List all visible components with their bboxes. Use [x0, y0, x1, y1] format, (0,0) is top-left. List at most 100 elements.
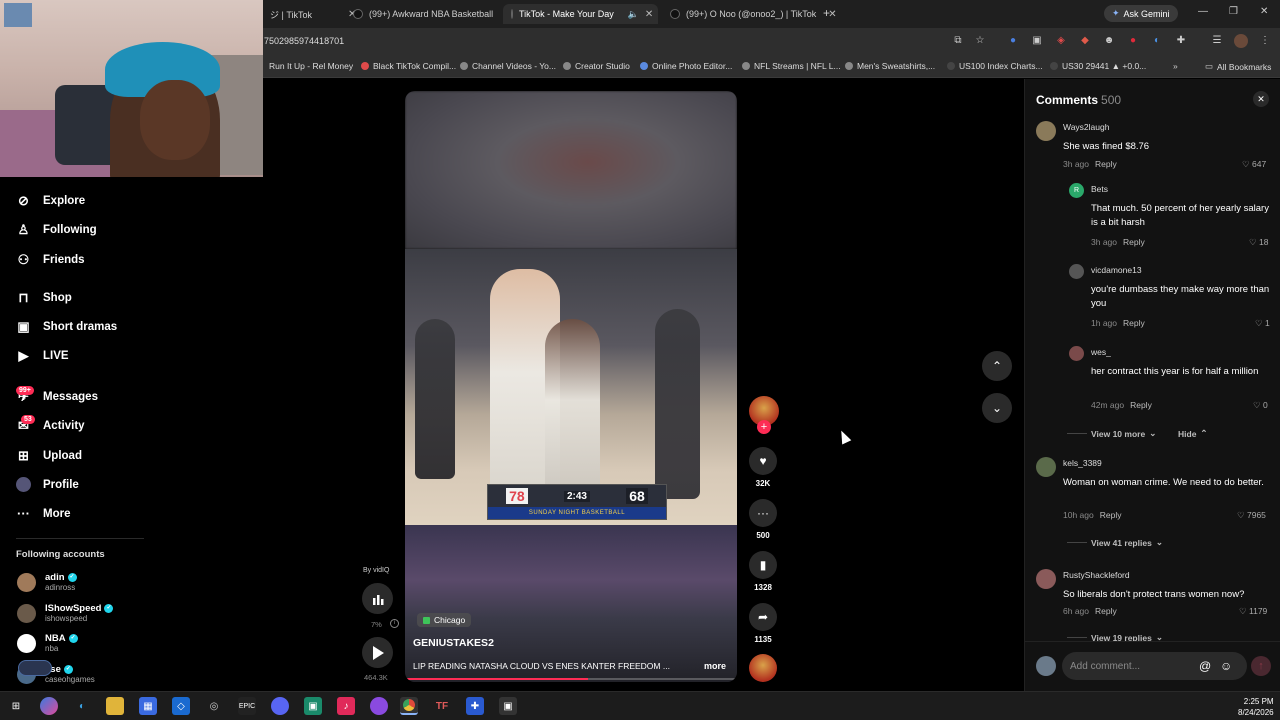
- reply-button[interactable]: Reply: [1123, 237, 1145, 247]
- extension-icon[interactable]: ☻: [1102, 34, 1116, 48]
- reply-button[interactable]: Reply: [1130, 400, 1152, 410]
- windows-start-icon[interactable]: ⊞: [7, 697, 25, 715]
- previous-video-button[interactable]: ⌃: [982, 351, 1012, 381]
- sidebar-item-more[interactable]: ··· More: [16, 506, 70, 521]
- browser-tab-3[interactable]: TikTok - Make Your Day 🔈 ✕: [503, 4, 658, 24]
- vidiq-stats-button[interactable]: [362, 583, 393, 614]
- sidebar-icon[interactable]: ☰: [1210, 34, 1224, 48]
- avatar[interactable]: [1069, 264, 1084, 279]
- sidebar-item-friends[interactable]: ⚇ Friends: [16, 252, 85, 267]
- extension-icon[interactable]: ●: [1006, 34, 1020, 48]
- ask-gemini-button[interactable]: ✦ Ask Gemini: [1104, 5, 1178, 22]
- app-icon[interactable]: ◇: [172, 697, 190, 715]
- extension-icon[interactable]: ◆: [1078, 34, 1092, 48]
- comment-like[interactable]: ♡ 7965: [1237, 510, 1266, 521]
- comment-username[interactable]: RustyShackleford: [1063, 570, 1130, 580]
- music-disc[interactable]: [749, 654, 777, 682]
- app-icon[interactable]: TF: [433, 697, 451, 715]
- bookmark[interactable]: US30 29441 ▲ +0.0...: [1050, 61, 1146, 71]
- heart-icon[interactable]: ♥: [749, 447, 777, 475]
- overlay-widget[interactable]: [18, 660, 52, 676]
- bookmark-icon[interactable]: ▮: [749, 551, 777, 579]
- send-button[interactable]: ↑: [1251, 656, 1271, 676]
- extension-icon[interactable]: ◈: [1054, 34, 1068, 48]
- minimize-icon[interactable]: —: [1198, 6, 1208, 17]
- extension-icon[interactable]: ●: [1126, 34, 1140, 48]
- all-bookmarks[interactable]: ▭ All Bookmarks: [1205, 61, 1271, 72]
- bookmark[interactable]: Run It Up - Rel Money: [269, 61, 353, 71]
- app-icon[interactable]: ▣: [304, 697, 322, 715]
- save-action[interactable]: ▮ 1328: [749, 551, 777, 592]
- sidebar-item-explore[interactable]: ⊘ Explore: [16, 193, 85, 208]
- video-author[interactable]: GENIUSTAKES2: [413, 637, 494, 649]
- avatar[interactable]: [1036, 569, 1056, 589]
- app-icon[interactable]: ✚: [466, 697, 484, 715]
- sidebar-item-short-dramas[interactable]: ▣ Short dramas: [16, 319, 117, 334]
- mention-icon[interactable]: @: [1199, 659, 1211, 673]
- reply-button[interactable]: Reply: [1100, 510, 1122, 520]
- bookmark[interactable]: Creator Studio: [563, 61, 630, 71]
- view-replies-button[interactable]: View 41 replies ⌄: [1067, 537, 1163, 548]
- close-comments-button[interactable]: ✕: [1253, 91, 1269, 107]
- bookmarks-overflow-icon[interactable]: »: [1173, 61, 1178, 71]
- file-explorer-icon[interactable]: [106, 697, 124, 715]
- following-account[interactable]: adin ✓ adinross: [17, 572, 77, 592]
- avatar[interactable]: [1036, 457, 1056, 477]
- bookmark[interactable]: Channel Videos - Yo...: [460, 61, 556, 71]
- share-action[interactable]: ➦ 1135: [749, 603, 777, 644]
- menu-icon[interactable]: ⋮: [1258, 34, 1272, 48]
- bookmark[interactable]: Black TikTok Compil...: [361, 61, 456, 71]
- system-clock[interactable]: 2:25 PM 8/24/2026: [1238, 696, 1274, 718]
- restore-icon[interactable]: ❐: [1229, 6, 1238, 17]
- extension-icon[interactable]: ◐: [1150, 34, 1164, 48]
- next-video-button[interactable]: ⌄: [982, 393, 1012, 423]
- app-icon[interactable]: ◎: [205, 697, 223, 715]
- following-account[interactable]: IShowSpeed ✓ ishowspeed: [17, 603, 114, 623]
- puzzle-icon[interactable]: ✚: [1174, 34, 1188, 48]
- hide-replies-button[interactable]: Hide ⌃: [1178, 428, 1208, 439]
- view-more-replies-button[interactable]: View 10 more ⌄: [1067, 428, 1156, 439]
- extension-icon[interactable]: ▣: [1030, 34, 1044, 48]
- bookmark[interactable]: US100 Index Charts...: [947, 61, 1043, 71]
- sidebar-item-profile[interactable]: Profile: [16, 477, 79, 492]
- app-icon[interactable]: ▣: [499, 697, 517, 715]
- copilot-icon[interactable]: [40, 697, 58, 715]
- following-account[interactable]: NBA ✓ nba: [17, 633, 78, 653]
- discord-icon[interactable]: [271, 697, 289, 715]
- comment-username[interactable]: Ways2laugh: [1063, 122, 1109, 132]
- comment-username[interactable]: Bets: [1091, 184, 1108, 194]
- bookmark[interactable]: NFL Streams | NFL L...: [742, 61, 841, 71]
- chrome-icon[interactable]: [400, 697, 418, 715]
- comment-username[interactable]: wes_: [1091, 347, 1111, 357]
- sidebar-item-shop[interactable]: ⊓ Shop: [16, 290, 71, 305]
- follow-plus-icon[interactable]: +: [757, 420, 771, 434]
- sidebar-item-upload[interactable]: ⊞ Upload: [16, 448, 82, 463]
- browser-tab-2[interactable]: (99+) Awkward NBA Basketball ✕: [345, 4, 524, 24]
- reply-button[interactable]: Reply: [1123, 318, 1145, 328]
- browser-tab-4[interactable]: (99+) O Noo (@onoo2_) | TikTok ✕: [662, 4, 845, 24]
- speaker-icon[interactable]: 🔈: [628, 9, 639, 20]
- play-button[interactable]: [362, 637, 393, 668]
- sidebar-item-live[interactable]: ▶ LIVE: [16, 348, 69, 363]
- video-progress-bar[interactable]: [405, 678, 737, 680]
- sidebar-item-following[interactable]: ♙ Following: [16, 222, 97, 237]
- tiktok-icon[interactable]: ♪: [337, 697, 355, 715]
- profile-avatar[interactable]: [1234, 34, 1248, 48]
- edge-icon[interactable]: ◐: [73, 697, 91, 715]
- reply-button[interactable]: Reply: [1095, 159, 1117, 169]
- location-tag[interactable]: Chicago: [417, 613, 472, 627]
- like-action[interactable]: ♥ 32K: [749, 447, 777, 488]
- video-player[interactable]: 78 2:43 68 SUNDAY NIGHT BASKETBALL Chica…: [405, 91, 737, 682]
- window-close-icon[interactable]: ✕: [1260, 6, 1268, 17]
- comment-username[interactable]: vicdamone13: [1091, 265, 1142, 275]
- avatar[interactable]: [1036, 121, 1056, 141]
- comment-like[interactable]: ♡ 18: [1249, 237, 1268, 248]
- new-tab-button[interactable]: +: [823, 6, 830, 20]
- epic-games-icon[interactable]: EPIC: [238, 697, 256, 715]
- avatar[interactable]: [1069, 346, 1084, 361]
- reply-button[interactable]: Reply: [1095, 606, 1117, 616]
- comment-action[interactable]: ··· 500: [749, 499, 777, 540]
- info-icon[interactable]: i: [390, 619, 399, 628]
- more-button[interactable]: more: [704, 661, 726, 671]
- avatar[interactable]: R: [1069, 183, 1084, 198]
